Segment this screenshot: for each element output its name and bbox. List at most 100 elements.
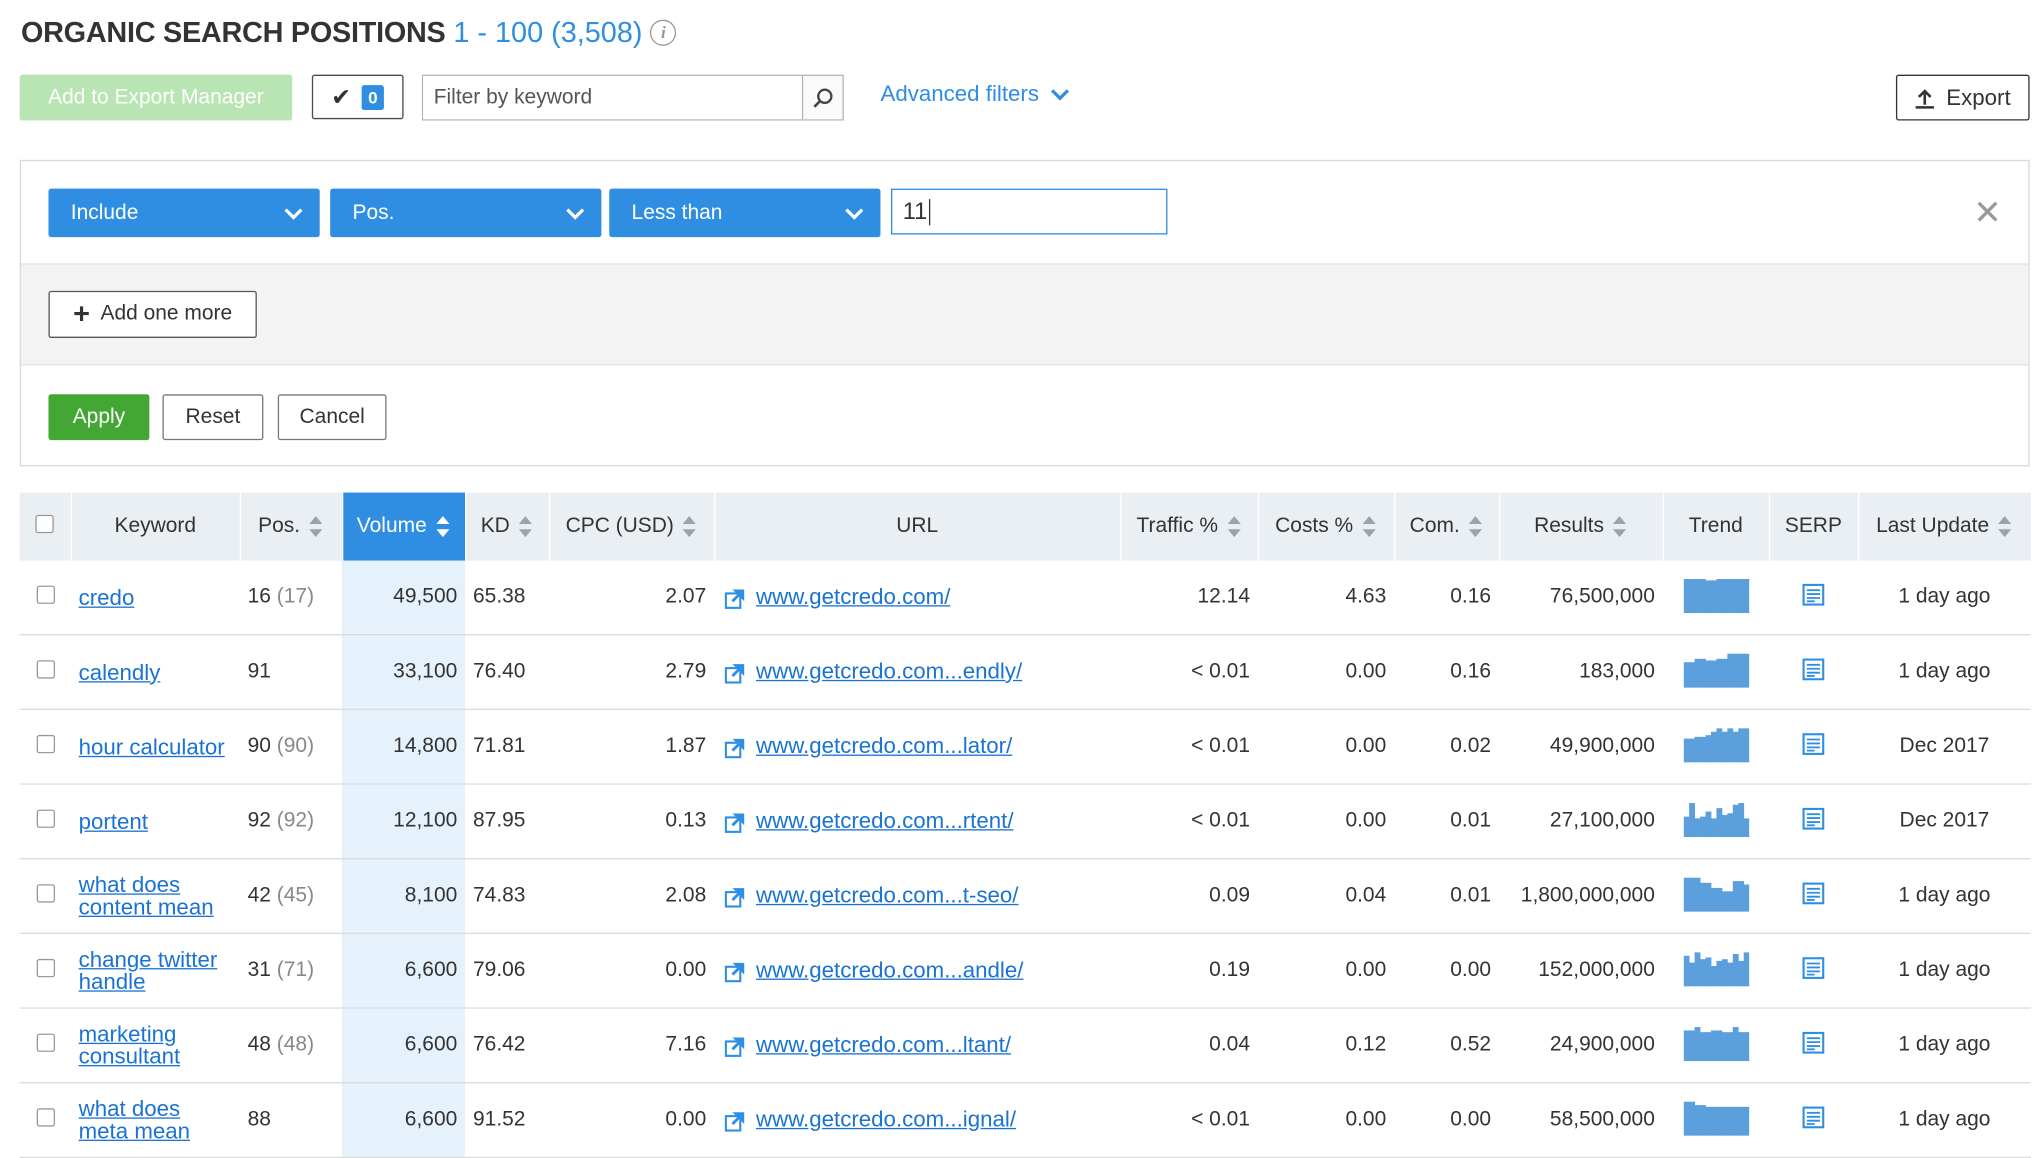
trend-bar (1737, 960, 1744, 986)
trend-bar (1726, 812, 1733, 837)
kd-cell: 71.81 (465, 709, 549, 785)
serp-icon[interactable] (1802, 1105, 1826, 1129)
external-link-icon[interactable] (724, 1111, 746, 1132)
trend-bar (1732, 953, 1739, 986)
url-link[interactable]: www.getcredo.com...t-seo/ (756, 883, 1018, 908)
advanced-filters-toggle[interactable]: Advanced filters (880, 81, 1070, 107)
external-link-icon[interactable] (724, 887, 746, 908)
keyword-link[interactable]: change twitter handle (79, 948, 232, 993)
serp-icon[interactable] (1802, 582, 1826, 606)
serp-icon[interactable] (1802, 1030, 1826, 1054)
text-cursor (928, 198, 930, 225)
serp-icon[interactable] (1802, 657, 1826, 681)
last-update-cell: 1 day ago (1857, 634, 2031, 711)
cpc-cell: 7.16 (548, 1008, 715, 1084)
keyword-link[interactable]: marketing consultant (79, 1023, 232, 1068)
selected-rows-toggle[interactable]: ✔ 0 (311, 74, 404, 120)
filter-value-input[interactable]: 11 (890, 188, 1168, 235)
row-checkbox[interactable] (36, 1107, 55, 1126)
serp-icon[interactable] (1802, 881, 1826, 905)
trend-bar (1737, 880, 1744, 912)
trend-bar (1693, 658, 1700, 688)
url-link[interactable]: www.getcredo.com...ignal/ (756, 1107, 1016, 1132)
row-checkbox[interactable] (36, 808, 55, 828)
external-link-icon[interactable] (724, 1036, 746, 1057)
row-checkbox[interactable] (36, 659, 55, 678)
condition-dropdown[interactable]: Less than (609, 188, 881, 238)
column-header-keyword[interactable]: Keyword (70, 492, 241, 561)
volume-cell: 12,100 (341, 784, 466, 860)
column-header-results[interactable]: Results (1498, 492, 1664, 561)
column-header-pos[interactable]: Pos. (239, 492, 343, 561)
row-checkbox[interactable] (36, 1032, 55, 1052)
column-header-cpc[interactable]: CPC (USD) (548, 492, 715, 561)
serp-icon[interactable] (1802, 806, 1826, 830)
previous-position: (90) (276, 734, 315, 758)
column-header-kd[interactable]: KD (465, 492, 550, 561)
position-cell: 91 (239, 634, 342, 711)
serp-icon[interactable] (1802, 732, 1826, 756)
table-row: calendly 91 33,100 76.40 2.79 www.getcre… (19, 634, 2031, 711)
url-link[interactable]: www.getcredo.com...andle/ (756, 958, 1023, 983)
apply-button[interactable]: Apply (48, 394, 150, 441)
select-all-checkbox[interactable] (35, 514, 55, 533)
trend-bar (1699, 578, 1706, 613)
reset-button[interactable]: Reset (162, 394, 264, 441)
url-cell: www.getcredo.com...ltant/ (714, 1008, 1121, 1084)
external-link-icon[interactable] (724, 812, 746, 833)
column-header-traffic[interactable]: Traffic % (1120, 492, 1259, 561)
add-to-export-manager-button[interactable]: Add to Export Manager (19, 74, 293, 121)
url-link[interactable]: www.getcredo.com/ (756, 584, 950, 609)
keyword-link[interactable]: portent (79, 810, 232, 832)
trend-bar (1732, 578, 1739, 613)
keyword-link[interactable]: what does meta mean (79, 1098, 232, 1143)
column-header-com[interactable]: Com. (1394, 492, 1500, 561)
row-checkbox[interactable] (36, 584, 55, 604)
keyword-link[interactable]: credo (79, 586, 232, 608)
column-label: Volume (356, 514, 427, 538)
trend-bar (1699, 1104, 1706, 1136)
external-link-icon[interactable] (724, 663, 746, 684)
row-checkbox[interactable] (36, 734, 55, 753)
search-button[interactable] (801, 75, 843, 120)
keyword-link[interactable]: calendly (79, 661, 232, 683)
url-link[interactable]: www.getcredo.com...lator/ (756, 734, 1012, 759)
keyword-link[interactable]: hour calculator (79, 736, 232, 758)
position-value: 42 (247, 884, 271, 907)
trend-cell (1662, 933, 1769, 1009)
url-link[interactable]: www.getcredo.com...endly/ (756, 659, 1022, 684)
field-dropdown[interactable]: Pos. (330, 188, 602, 238)
include-dropdown-value: Include (70, 201, 139, 224)
chevron-down-icon (845, 207, 864, 220)
external-link-icon[interactable] (724, 588, 746, 609)
cancel-button[interactable]: Cancel (277, 394, 387, 441)
cpc-cell: 1.87 (548, 709, 715, 785)
column-header-volume[interactable]: Volume (341, 492, 466, 561)
add-one-more-button[interactable]: + Add one more (48, 290, 257, 338)
trend-bar (1726, 653, 1733, 688)
trend-bar (1683, 1029, 1689, 1061)
previous-position: (45) (276, 884, 315, 907)
column-label: KD (480, 514, 510, 538)
com-cell: 0.01 (1394, 784, 1499, 860)
keyword-filter-input[interactable] (423, 75, 802, 120)
external-link-icon[interactable] (724, 961, 746, 982)
close-icon[interactable]: ✕ (1973, 193, 2002, 234)
external-link-icon[interactable] (724, 737, 746, 758)
serp-cell (1768, 634, 1858, 711)
table-row: what does meta mean 88 6,600 91.52 0.00 … (19, 1082, 2031, 1158)
include-dropdown[interactable]: Include (48, 188, 320, 238)
column-header-last-update[interactable]: Last Update (1857, 492, 2032, 561)
row-checkbox[interactable] (36, 883, 55, 902)
column-header-costs[interactable]: Costs % (1257, 492, 1395, 561)
keyword-link[interactable]: what does content mean (79, 874, 232, 919)
serp-icon[interactable] (1802, 956, 1826, 980)
url-link[interactable]: www.getcredo.com...ltant/ (756, 1032, 1011, 1057)
traffic-cell: < 0.01 (1120, 634, 1258, 711)
url-link[interactable]: www.getcredo.com...rtent/ (756, 808, 1014, 833)
row-checkbox[interactable] (36, 958, 55, 977)
column-header-url[interactable]: URL (714, 492, 1121, 561)
export-button[interactable]: Export (1895, 74, 2030, 121)
position-cell: 31 (71) (239, 933, 342, 1009)
info-icon[interactable]: i (650, 19, 677, 46)
